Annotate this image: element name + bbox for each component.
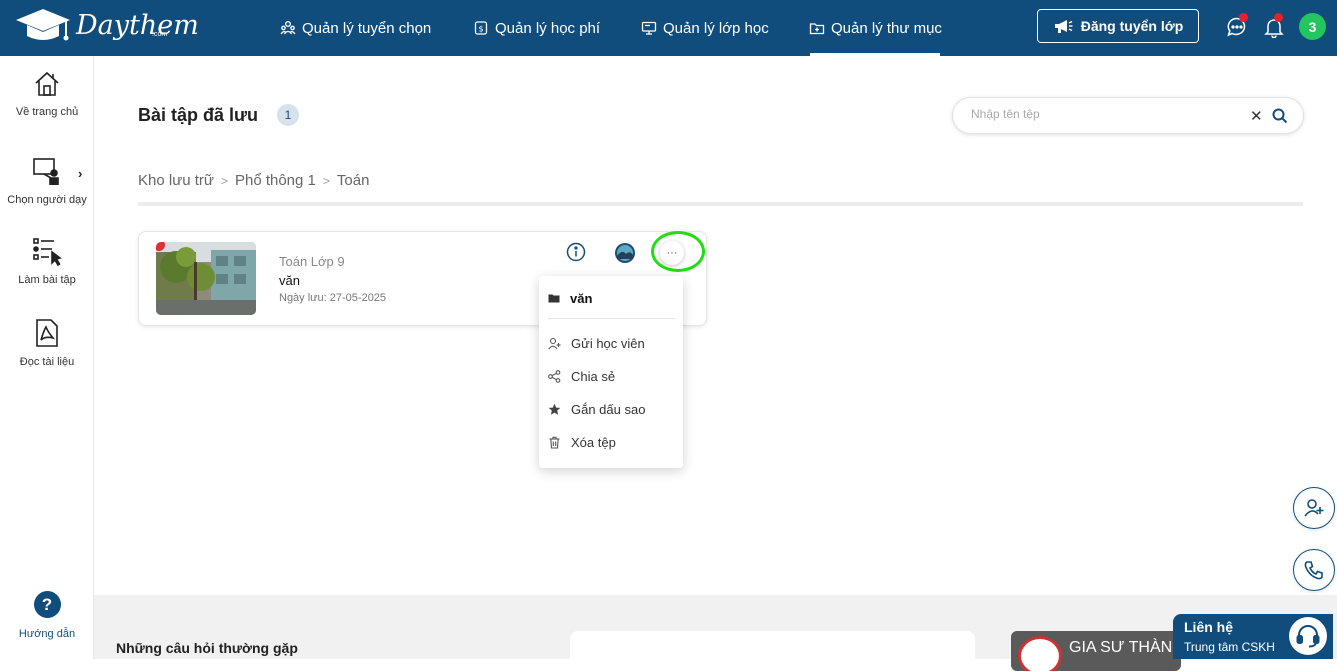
nav-tuition[interactable]: $ Quản lý học phí [473,0,600,56]
file-subject: Toán Lớp 9 [279,254,345,269]
bell-notification-dot [1274,13,1283,22]
add-person-icon [548,337,561,349]
menu-item-label: Xóa tệp [571,434,616,450]
phone-icon [1304,561,1323,580]
top-navbar: Daythem .com Quản lý tuyển chọn $ Quản l… [0,0,1337,56]
sidebar-item-label: Về trang chủ [15,106,79,118]
footer-card [570,631,975,671]
nav-label: Quản lý thư mục [831,19,942,37]
trash-icon [549,436,560,449]
search-box: ✕ [952,97,1304,134]
faq-title: Những câu hỏi thường gặp [116,640,298,656]
headset-icon [1289,617,1327,655]
task-list-icon [33,238,62,266]
divider [138,202,1303,206]
sidebar: Về trang chủ Chọn người dạy › Làm bài tậ… [0,56,94,659]
menu-divider [548,318,675,319]
breadcrumb-item[interactable]: Toán [337,172,370,189]
star-icon [548,403,561,415]
nav-folders[interactable]: Quản lý thư mục [809,0,942,56]
menu-folder-item[interactable]: văn [548,288,592,308]
menu-delete[interactable]: Xóa tệp [548,432,616,452]
chat-notification-dot [1239,13,1248,22]
menu-folder-label: văn [570,290,593,306]
home-icon [35,71,59,96]
help-label: Hướng dẫn [18,628,76,640]
menu-star[interactable]: Gắn dấu sao [548,399,645,419]
add-person-icon [1304,499,1324,517]
teacher-board-icon [33,158,59,185]
share-icon [548,369,561,383]
file-thumbnail [156,242,256,315]
menu-share[interactable]: Chia sẻ [548,366,615,386]
nav-classes[interactable]: Quản lý lớp học [641,0,769,56]
search-input[interactable] [971,107,1231,121]
post-class-label: Đăng tuyển lớp [1080,18,1184,34]
search-icon[interactable] [1272,108,1288,129]
user-avatar[interactable]: 3 [1299,13,1326,40]
people-icon [280,20,296,36]
breadcrumb-item[interactable]: Kho lưu trữ [138,172,214,189]
context-menu: văn Gửi học viên Chia sẻ Gắn dấu sao Xóa… [539,276,683,468]
logo-domain: .com [152,31,168,38]
nav-label: Quản lý học phí [495,19,601,37]
page-title: Bài tập đã lưu [138,105,259,125]
add-friend-button[interactable] [1293,487,1335,529]
folder-icon [809,20,825,36]
help-icon: ? [33,591,61,618]
sidebar-item-exercises[interactable]: Làm bài tập [0,236,94,286]
footer-banner-text: GIA SƯ THÀN [1069,639,1173,656]
call-button[interactable] [1293,549,1335,591]
monitor-icon [641,20,657,36]
footer: Những câu hỏi thường gặp GIA SƯ THÀN [94,595,1337,671]
clear-icon[interactable]: ✕ [1250,107,1263,125]
menu-item-label: Gắn dấu sao [571,401,646,417]
sidebar-item-label: Làm bài tập [18,274,76,286]
chevron-right-icon: > [322,173,330,188]
logo[interactable]: Daythem [14,6,199,46]
contact-subtitle: Trung tâm CSKH [1184,640,1275,654]
sidebar-item-help[interactable]: ? Hướng dẫn [0,591,94,640]
count-badge: 1 [277,104,299,126]
menu-send-student[interactable]: Gửi học viên [548,333,645,353]
user-avatar-icon[interactable] [614,242,636,269]
sidebar-item-choose-teacher[interactable]: Chọn người dạy [0,156,94,206]
money-icon: $ [473,20,489,36]
post-class-button[interactable]: Đăng tuyển lớp [1037,9,1199,43]
file-name: văn [279,273,300,288]
sidebar-item-documents[interactable]: Đọc tài liệu [0,318,94,368]
chevron-right-icon: > [220,173,228,188]
nav-active-indicator [810,53,940,56]
logo-text: Daythem [76,9,199,41]
sidebar-item-home[interactable]: Về trang chủ [0,70,94,118]
breadcrumb: Kho lưu trữ > Phổ thông 1 > Toán [138,172,369,189]
menu-item-label: Gửi học viên [571,335,645,351]
contact-title: Liên hệ [1184,619,1234,635]
graduation-cap-icon [16,9,70,41]
nav-recruitment[interactable]: Quản lý tuyển chọn [280,0,431,56]
highlight-ring [651,231,705,272]
seal-logo [1018,636,1062,671]
sidebar-item-label: Chọn người dạy [7,194,87,206]
svg-text:$: $ [478,25,483,34]
footer-banner[interactable]: GIA SƯ THÀN [1011,631,1181,671]
megaphone-icon [1054,20,1073,33]
menu-item-label: Chia sẻ [571,368,616,384]
folder-icon [548,294,560,303]
pdf-file-icon [36,319,58,347]
chevron-right-icon[interactable]: › [78,166,82,181]
nav-label: Quản lý lớp học [663,19,769,37]
contact-support-widget[interactable]: Liên hệ Trung tâm CSKH [1173,614,1333,659]
nav-label: Quản lý tuyển chọn [302,19,432,37]
info-icon[interactable] [566,242,586,267]
file-date: Ngày lưu: 27-05-2025 [279,292,387,304]
sidebar-item-label: Đọc tài liệu [19,356,75,368]
breadcrumb-item[interactable]: Phổ thông 1 [235,172,316,189]
